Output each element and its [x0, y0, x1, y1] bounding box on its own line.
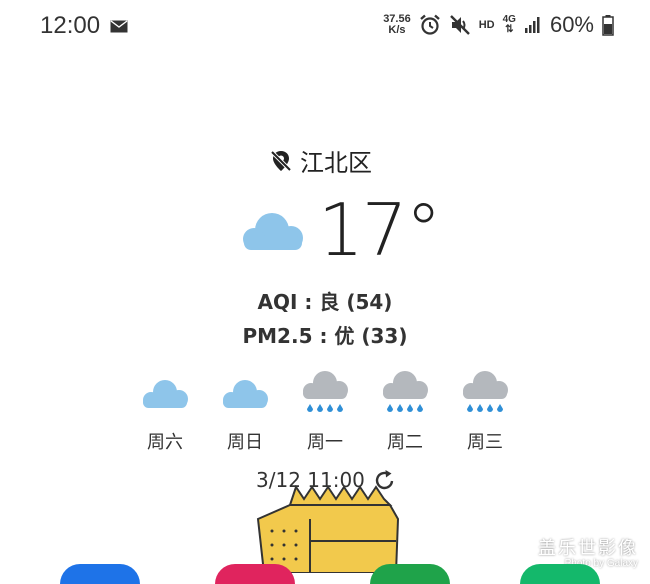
forecast-day[interactable]: 周一 — [285, 368, 365, 454]
current-temperature: 17° — [318, 188, 442, 272]
forecast-day[interactable]: 周二 — [365, 368, 445, 454]
battery-percent: 60% — [549, 12, 594, 37]
network-indicator: 4G ⇅ — [502, 14, 516, 35]
location[interactable]: 江北区 — [270, 143, 372, 178]
status-right: 37.56 K/s HD 4G ⇅ 60% — [383, 12, 614, 38]
forecast-day[interactable]: 周日 — [205, 368, 285, 454]
forecast-day[interactable]: 周三 — [445, 368, 525, 454]
wallpaper-illustration — [256, 485, 400, 573]
hd-indicator: HD — [478, 19, 495, 31]
aqi-value: AQI : 良 (54) — [257, 290, 393, 314]
forecast-day-label: 周一 — [307, 432, 343, 453]
update-time-label: 3/12 11:00 — [256, 468, 365, 492]
rain-icon — [303, 371, 348, 412]
cloud-icon — [243, 213, 303, 250]
forecast-day[interactable]: 周六 — [125, 368, 205, 454]
battery-icon — [602, 15, 614, 36]
dock-app-icon[interactable] — [60, 564, 140, 584]
forecast-day-label: 周日 — [227, 432, 263, 453]
forecast-day-label: 周二 — [387, 432, 423, 453]
location-off-icon — [270, 150, 292, 171]
status-time: 12:00 — [40, 12, 101, 39]
mute-icon — [449, 15, 470, 35]
refresh-icon[interactable] — [373, 468, 397, 492]
rain-icon — [463, 371, 508, 412]
cloud-icon — [223, 380, 268, 408]
mail-icon — [110, 20, 128, 33]
dock-app-icon[interactable] — [370, 564, 450, 584]
update-time[interactable]: 3/12 11:00 — [256, 468, 397, 492]
cloud-icon — [143, 380, 188, 408]
location-name: 江北区 — [300, 149, 372, 177]
status-bar: 12:00 37.56 K/s HD 4G ⇅ 60% — [0, 0, 650, 56]
signal-icon — [524, 17, 540, 33]
forecast-day-label: 周六 — [147, 432, 183, 453]
rain-icon — [383, 371, 428, 412]
pm25-value: PM2.5 : 优 (33) — [242, 324, 408, 348]
dock-app-icon[interactable] — [520, 564, 600, 584]
dock-app-icon[interactable] — [215, 564, 295, 584]
forecast-day-label: 周三 — [467, 432, 503, 453]
forecast-row: 周六 周日 周一 周二 周三 — [125, 368, 525, 454]
net-speed: 37.56 K/s — [383, 13, 411, 36]
alarm-icon — [419, 14, 440, 35]
watermark-title: 盖乐世影像 — [538, 538, 638, 559]
